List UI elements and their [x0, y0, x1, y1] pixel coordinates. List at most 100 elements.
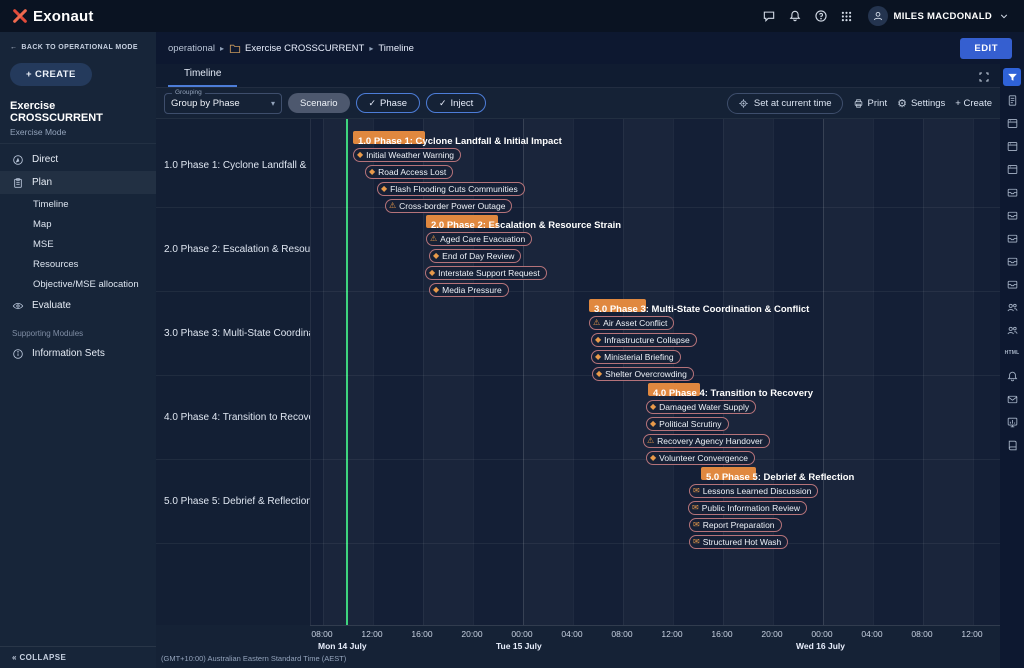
phase-bar[interactable]: 2.0 Phase 2: Escalation & Resource Strai…: [426, 215, 621, 228]
drawer-icon-3[interactable]: [1003, 229, 1021, 247]
axis-day-label: Wed 16 July: [796, 641, 845, 651]
inject-chip[interactable]: ⚠Aged Care Evacuation: [426, 232, 532, 246]
chat-icon[interactable]: [756, 5, 782, 27]
sidebar-item-evaluate[interactable]: Evaluate: [0, 294, 156, 317]
edit-button[interactable]: EDIT: [960, 38, 1012, 59]
set-at-current-time-button[interactable]: Set at current time: [727, 93, 843, 114]
help-icon[interactable]: [808, 5, 834, 27]
create-inject-button[interactable]: + Create: [955, 98, 992, 109]
user-name[interactable]: MILES MACDONALD: [894, 11, 992, 22]
exercise-name: Exercise CROSSCURRENT: [10, 100, 146, 124]
inject-chip[interactable]: ◆End of Day Review: [429, 249, 521, 263]
inject-chip[interactable]: ◆Initial Weather Warning: [353, 148, 461, 162]
app-window: Exonaut: [0, 0, 1024, 668]
sidebar-item-plan[interactable]: Plan: [0, 171, 156, 194]
diamond-icon: ◆: [650, 403, 656, 411]
mail-icon[interactable]: [1003, 390, 1021, 408]
timeline-group-row: 5.0 Phase 5: Debrief & Reflection ✉Lesson…: [311, 460, 1000, 544]
axis-tick: 00:00: [511, 629, 532, 639]
panel-icon-3[interactable]: [1003, 160, 1021, 178]
panel-icon-1[interactable]: [1003, 114, 1021, 132]
inject-chip[interactable]: ◆Infrastructure Collapse: [591, 333, 697, 347]
print-button[interactable]: Print: [853, 98, 888, 109]
exonaut-logo: Exonaut: [12, 8, 94, 25]
bell-icon[interactable]: [1003, 367, 1021, 385]
alert-icon: ⚠: [647, 437, 654, 445]
inject-chip[interactable]: ◆Road Access Lost: [365, 165, 453, 179]
sidebar-item-information-sets[interactable]: Information Sets: [0, 342, 156, 365]
check-icon: ✓: [439, 98, 447, 109]
sidebar-item-map[interactable]: Map: [0, 214, 156, 234]
phase-bar[interactable]: 3.0 Phase 3: Multi-State Coordination & …: [589, 299, 809, 312]
timeline-chart[interactable]: 1.0 Phase 1: Cyclone Landfall & Initial …: [310, 119, 1000, 625]
direct-icon: [12, 153, 25, 166]
alert-icon: ⚠: [593, 319, 600, 327]
html-icon[interactable]: HTML: [1003, 344, 1021, 362]
timeline-group-row: 2.0 Phase 2: Escalation & Resource Strai…: [311, 208, 1000, 292]
inject-chip[interactable]: ⚠Air Asset Conflict: [589, 316, 674, 330]
sidebar-item-direct[interactable]: Direct: [0, 148, 156, 171]
back-to-operational-mode-link[interactable]: ← BACK TO OPERATIONAL MODE: [0, 32, 156, 55]
evaluate-eye-icon: [12, 299, 25, 312]
sidebar-item-objective-mse-allocation[interactable]: Objective/MSE allocation: [0, 274, 156, 294]
apps-grid-icon[interactable]: [834, 5, 860, 27]
user-avatar[interactable]: [868, 6, 888, 26]
scenario-filter-chip[interactable]: Scenario: [288, 93, 350, 113]
phase-bar[interactable]: 4.0 Phase 4: Transition to Recovery: [648, 383, 813, 396]
settings-button[interactable]: ⚙ Settings: [897, 97, 945, 110]
inject-chip[interactable]: ⚠Recovery Agency Handover: [643, 434, 770, 448]
timeline-toolbar: Grouping Group by Phase ▾ Scenario ✓ Pha…: [156, 88, 1000, 118]
diamond-icon: ◆: [357, 151, 363, 159]
breadcrumb-operational[interactable]: operational: [168, 43, 215, 54]
notifications-bell-icon[interactable]: [782, 5, 808, 27]
create-button[interactable]: + CREATE: [10, 63, 92, 86]
inject-chip[interactable]: ✉Structured Hot Wash: [689, 535, 788, 549]
fullscreen-icon[interactable]: [978, 71, 990, 83]
inject-chip[interactable]: ✉Report Preparation: [689, 518, 782, 532]
drawer-icon-5[interactable]: [1003, 275, 1021, 293]
mail-icon: ✉: [693, 487, 700, 495]
inject-chip[interactable]: ◆Interstate Support Request: [425, 266, 547, 280]
grouping-select[interactable]: Grouping Group by Phase ▾: [164, 93, 282, 114]
sidebar-item-mse[interactable]: MSE: [0, 234, 156, 254]
inject-chip[interactable]: ◆Ministerial Briefing: [591, 350, 681, 364]
people-icon-2[interactable]: [1003, 321, 1021, 339]
axis-tick: 12:00: [961, 629, 982, 639]
axis-tick: 20:00: [761, 629, 782, 639]
phase-bar[interactable]: 5.0 Phase 5: Debrief & Reflection: [701, 467, 854, 480]
drawer-icon-2[interactable]: [1003, 206, 1021, 224]
axis-tick: 16:00: [711, 629, 732, 639]
left-sidebar: ← BACK TO OPERATIONAL MODE + CREATE Exer…: [0, 32, 156, 668]
axis-tick: 00:00: [811, 629, 832, 639]
collapse-sidebar-button[interactable]: « COLLAPSE: [0, 646, 156, 668]
phase-filter-chip[interactable]: ✓ Phase: [356, 93, 420, 113]
inject-chip[interactable]: ◆Damaged Water Supply: [646, 400, 756, 414]
tab-timeline[interactable]: Timeline: [168, 63, 237, 87]
inject-chip[interactable]: ◆Flash Flooding Cuts Communities: [377, 182, 525, 196]
drawer-icon-1[interactable]: [1003, 183, 1021, 201]
inject-chip[interactable]: ✉Lessons Learned Discussion: [689, 484, 818, 498]
chart-icon[interactable]: [1003, 413, 1021, 431]
inject-filter-chip[interactable]: ✓ Inject: [426, 93, 486, 113]
breadcrumb-page: Timeline: [378, 43, 414, 54]
phase-bar[interactable]: 1.0 Phase 1: Cyclone Landfall & Initial …: [353, 131, 562, 144]
user-menu-chevron-down-icon[interactable]: [996, 5, 1012, 27]
axis-tick: 20:00: [461, 629, 482, 639]
inject-chip[interactable]: ✉Public Information Review: [688, 501, 807, 515]
inject-chip[interactable]: ◆Political Scrutiny: [646, 417, 729, 431]
people-icon-1[interactable]: [1003, 298, 1021, 316]
diamond-icon: ◆: [650, 420, 656, 428]
document-icon[interactable]: [1003, 91, 1021, 109]
drawer-icon-4[interactable]: [1003, 252, 1021, 270]
diamond-icon: ◆: [369, 168, 375, 176]
filter-icon[interactable]: [1003, 68, 1021, 86]
group-label: 1.0 Phase 1: Cyclone Landfall & Initia..…: [156, 124, 310, 208]
sidebar-item-resources[interactable]: Resources: [0, 254, 156, 274]
book-icon[interactable]: [1003, 436, 1021, 454]
mail-icon: ✉: [693, 538, 700, 546]
breadcrumb-exercise[interactable]: Exercise CROSSCURRENT: [245, 43, 364, 54]
logo-text: Exonaut: [33, 8, 94, 25]
timeline-row-labels: 1.0 Phase 1: Cyclone Landfall & Initia..…: [156, 119, 310, 625]
panel-icon-2[interactable]: [1003, 137, 1021, 155]
sidebar-item-timeline[interactable]: Timeline: [0, 194, 156, 214]
